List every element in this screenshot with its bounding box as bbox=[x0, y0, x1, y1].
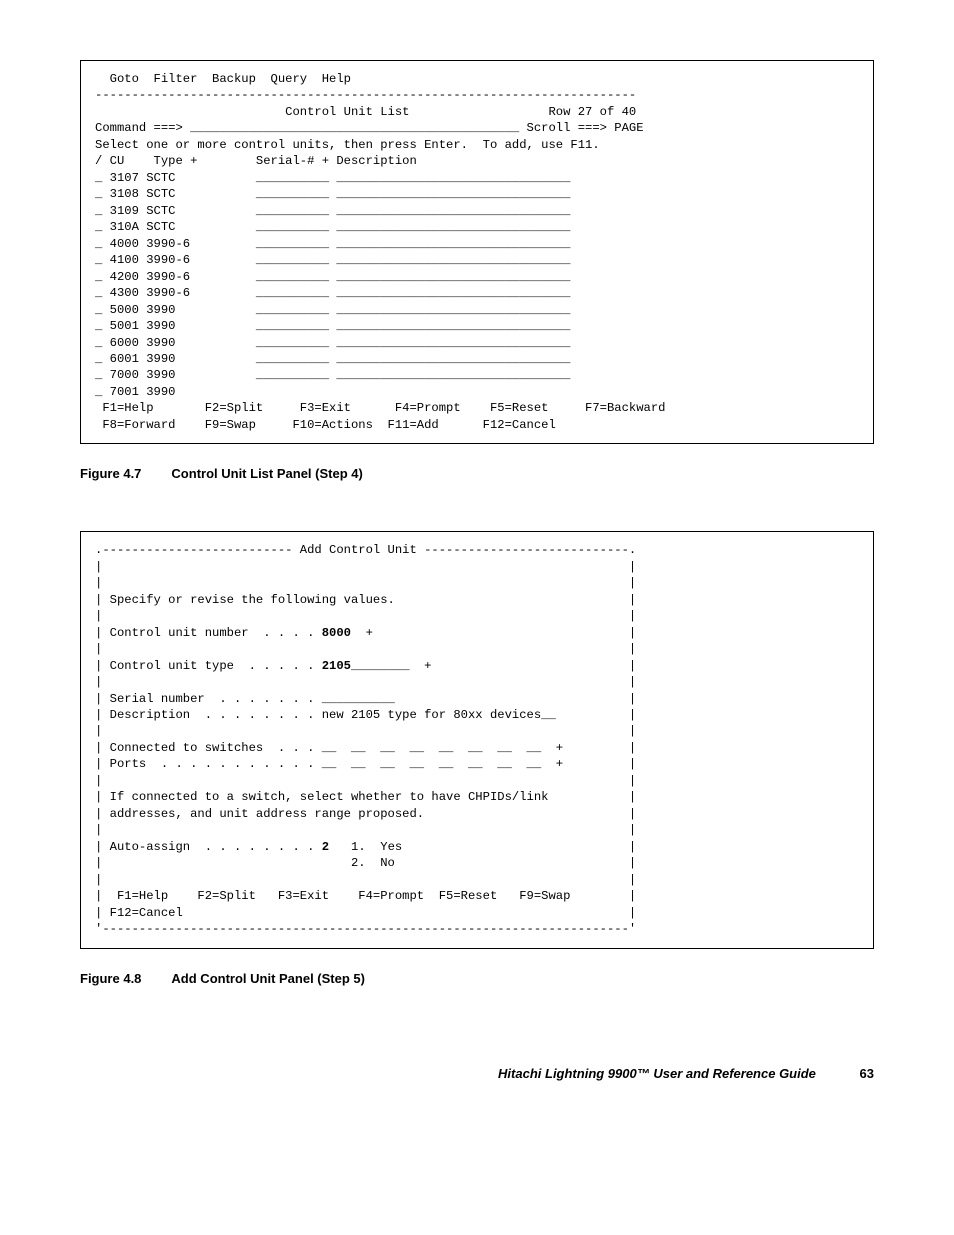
blank-line: | | bbox=[95, 675, 636, 689]
description-line[interactable]: | Description . . . . . . . . new 2105 t… bbox=[95, 708, 636, 722]
cu-number-line[interactable]: | Control unit number . . . . 8000 + | bbox=[95, 626, 636, 640]
blank-line: | | bbox=[95, 642, 636, 656]
figure-label: Figure 4.8 bbox=[80, 971, 141, 986]
blank-line: | | bbox=[95, 823, 636, 837]
blank-line: | | bbox=[95, 576, 636, 590]
menu-bar: Goto Filter Backup Query Help bbox=[95, 72, 351, 86]
title-line: Control Unit List Row 27 of 40 bbox=[95, 105, 636, 119]
table-row[interactable]: _ 7000 3990 __________ _________________… bbox=[95, 368, 570, 382]
blank-line: | | bbox=[95, 724, 636, 738]
figure-text: Control Unit List Panel (Step 4) bbox=[171, 466, 362, 481]
table-row[interactable]: _ 310A SCTC __________ _________________… bbox=[95, 220, 570, 234]
instruction: Select one or more control units, then p… bbox=[95, 138, 600, 152]
dialog-bottom-border: '---------------------------------------… bbox=[95, 922, 636, 936]
table-row[interactable]: _ 4300 3990-6 __________ _______________… bbox=[95, 286, 570, 300]
page-footer: Hitachi Lightning 9900™ User and Referen… bbox=[80, 1066, 874, 1081]
blank-line: | | bbox=[95, 560, 636, 574]
fkey-row-2: | F12=Cancel | bbox=[95, 906, 636, 920]
separator: ----------------------------------------… bbox=[95, 88, 636, 102]
figure-caption-4-8: Figure 4.8 Add Control Unit Panel (Step 5… bbox=[80, 971, 874, 986]
figure-label: Figure 4.7 bbox=[80, 466, 141, 481]
table-row[interactable]: _ 5000 3990 __________ _________________… bbox=[95, 303, 570, 317]
page-number: 63 bbox=[860, 1066, 874, 1081]
table-row[interactable]: _ 3108 SCTC __________ _________________… bbox=[95, 187, 570, 201]
fkey-row-2: F8=Forward F9=Swap F10=Actions F11=Add F… bbox=[95, 418, 556, 432]
dialog-top-border: .-------------------------- Add Control … bbox=[95, 543, 636, 557]
fkey-row-1: | F1=Help F2=Split F3=Exit F4=Prompt F5=… bbox=[95, 889, 636, 903]
table-row[interactable]: _ 4200 3990-6 __________ _______________… bbox=[95, 270, 570, 284]
table-row[interactable]: _ 7001 3990 bbox=[95, 385, 175, 399]
table-row[interactable]: _ 5001 3990 __________ _________________… bbox=[95, 319, 570, 333]
blank-line: | | bbox=[95, 609, 636, 623]
blank-line: | | bbox=[95, 873, 636, 887]
ports-line[interactable]: | Ports . . . . . . . . . . . __ __ __ _… bbox=[95, 757, 636, 771]
figure-caption-4-7: Figure 4.7 Control Unit List Panel (Step … bbox=[80, 466, 874, 481]
figure-text: Add Control Unit Panel (Step 5) bbox=[171, 971, 365, 986]
blank-line: | | bbox=[95, 774, 636, 788]
footer-title: Hitachi Lightning 9900™ User and Referen… bbox=[498, 1066, 816, 1081]
auto-assign-line[interactable]: | Auto-assign . . . . . . . . 2 1. Yes | bbox=[95, 840, 636, 854]
cu-type-line[interactable]: | Control unit type . . . . . 2105______… bbox=[95, 659, 636, 673]
table-row[interactable]: _ 4100 3990-6 __________ _______________… bbox=[95, 253, 570, 267]
table-row[interactable]: _ 3107 SCTC __________ _________________… bbox=[95, 171, 570, 185]
table-row[interactable]: _ 6000 3990 __________ _________________… bbox=[95, 336, 570, 350]
table-row[interactable]: _ 4000 3990-6 __________ _______________… bbox=[95, 237, 570, 251]
add-control-unit-panel: .-------------------------- Add Control … bbox=[80, 531, 874, 948]
table-row[interactable]: _ 6001 3990 __________ _________________… bbox=[95, 352, 570, 366]
auto-assign-no-line: | 2. No | bbox=[95, 856, 636, 870]
table-row[interactable]: _ 3109 SCTC __________ _________________… bbox=[95, 204, 570, 218]
column-header: / CU Type + Serial-# + Description bbox=[95, 154, 417, 168]
serial-line[interactable]: | Serial number . . . . . . . __________… bbox=[95, 692, 636, 706]
dialog-instruction: | Specify or revise the following values… bbox=[95, 593, 636, 607]
note-line-1: | If connected to a switch, select wheth… bbox=[95, 790, 636, 804]
switches-line[interactable]: | Connected to switches . . . __ __ __ _… bbox=[95, 741, 636, 755]
command-line[interactable]: Command ===> ___________________________… bbox=[95, 121, 644, 135]
note-line-2: | addresses, and unit address range prop… bbox=[95, 807, 636, 821]
fkey-row-1: F1=Help F2=Split F3=Exit F4=Prompt F5=Re… bbox=[95, 401, 665, 415]
control-unit-list-panel: Goto Filter Backup Query Help ----------… bbox=[80, 60, 874, 444]
